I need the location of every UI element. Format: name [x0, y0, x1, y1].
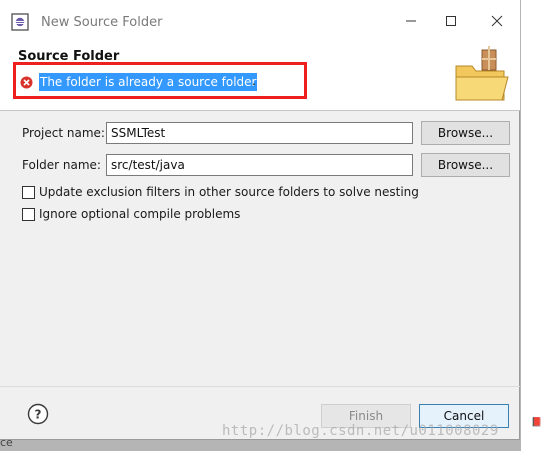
- window-title: New Source Folder: [41, 15, 163, 30]
- update-exclusion-label: Update exclusion filters in other source…: [39, 185, 419, 199]
- project-name-label: Project name:: [22, 126, 105, 140]
- update-exclusion-checkbox[interactable]: [22, 186, 35, 199]
- ignore-compile-problems-checkbox[interactable]: [22, 208, 35, 221]
- svg-text:?: ?: [35, 408, 42, 422]
- maximize-icon: [446, 16, 456, 26]
- minimize-icon: [406, 20, 416, 22]
- wizard-header: Source Folder The folder is already a so…: [0, 40, 520, 111]
- folder-name-field[interactable]: [106, 154, 413, 176]
- minimize-button[interactable]: [396, 8, 426, 34]
- project-name-field[interactable]: [106, 122, 413, 144]
- ignore-compile-problems-label: Ignore optional compile problems: [39, 207, 241, 221]
- folder-package-icon: [455, 46, 509, 101]
- background-badge: 📕: [531, 418, 543, 428]
- annotation-highlight-box: [13, 62, 307, 99]
- title-bar: New Source Folder: [0, 0, 520, 40]
- watermark: http://blog.csdn.net/u011008029: [222, 423, 499, 439]
- dialog-window: New Source Folder Source Folder The fold…: [0, 0, 520, 440]
- background-window-strip: [521, 0, 543, 451]
- help-icon[interactable]: ?: [27, 403, 49, 425]
- browse-folder-button[interactable]: Browse...: [421, 153, 510, 177]
- footer-divider: [0, 386, 520, 387]
- close-icon: [491, 15, 503, 27]
- folder-name-label: Folder name:: [22, 158, 101, 172]
- maximize-button[interactable]: [436, 8, 466, 34]
- close-button[interactable]: [482, 8, 512, 34]
- browse-project-button[interactable]: Browse...: [421, 121, 510, 145]
- eclipse-app-icon: [11, 13, 29, 31]
